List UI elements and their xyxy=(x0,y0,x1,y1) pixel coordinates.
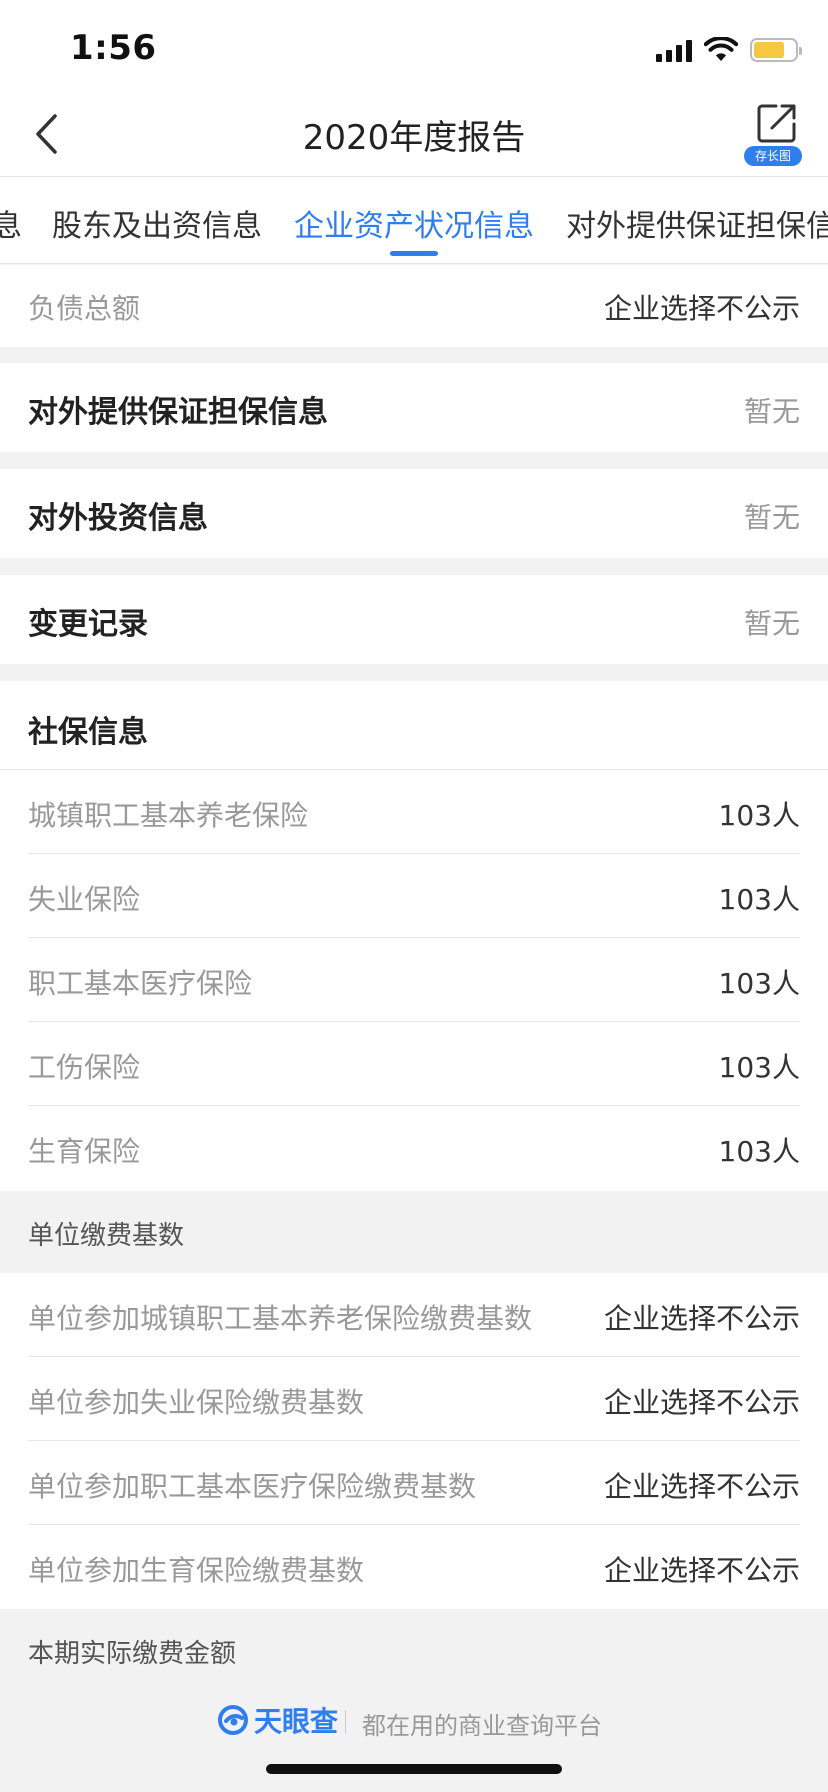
medical-base-label: 单位参加职工基本医疗保险缴费基数 xyxy=(28,1470,477,1503)
pension-base-label: 单位参加城镇职工基本养老保险缴费基数 xyxy=(28,1302,533,1335)
share-export-icon xyxy=(757,104,796,143)
tab-guarantee[interactable]: 对外提供保证担保信 xyxy=(566,201,828,245)
footer-divider xyxy=(345,1710,346,1734)
footer-brand: 天眼查 都在用的商业查询平台 xyxy=(0,1680,828,1760)
pension-insurance-value: 103人 xyxy=(718,799,800,832)
active-tab-indicator xyxy=(390,251,438,256)
nav-bar: 2020年度报告 存长图 xyxy=(0,92,828,176)
brand-slogan: 都在用的商业查询平台 xyxy=(362,1712,602,1740)
investment-section[interactable]: 对外投资信息 暂无 xyxy=(0,469,828,558)
change-records-value: 暂无 xyxy=(743,607,800,640)
social-insurance-title: 社保信息 xyxy=(28,715,148,750)
save-long-image-label: 存长图 xyxy=(744,146,802,166)
medical-insurance-label: 职工基本医疗保险 xyxy=(28,967,253,1000)
guarantee-value: 暂无 xyxy=(743,395,800,428)
actual-payment-title: 本期实际缴费金额 xyxy=(28,1639,237,1669)
investment-value: 暂无 xyxy=(743,501,800,534)
maternity-base-value: 企业选择不公示 xyxy=(603,1554,800,1587)
guarantee-section[interactable]: 对外提供保证担保信息 暂无 xyxy=(0,363,828,452)
guarantee-title: 对外提供保证担保信息 xyxy=(28,395,328,430)
unemployment-base-label: 单位参加失业保险缴费基数 xyxy=(28,1386,365,1419)
contribution-base-section: 单位参加城镇职工基本养老保险缴费基数 企业选择不公示 单位参加失业保险缴费基数 … xyxy=(0,1273,828,1609)
pension-insurance-label: 城镇职工基本养老保险 xyxy=(28,799,309,832)
maternity-insurance-value: 103人 xyxy=(718,1135,800,1168)
brand-name: 天眼查 xyxy=(254,1705,339,1738)
pension-base-value: 企业选择不公示 xyxy=(603,1302,800,1335)
report-page: 1:56 2020年度报告 存长图 股东及出资信息 企业资产状况信息 对外提供保… xyxy=(0,0,828,1792)
unemployment-base-value: 企业选择不公示 xyxy=(603,1386,800,1419)
battery-icon xyxy=(750,38,802,62)
medical-base-value: 企业选择不公示 xyxy=(603,1470,800,1503)
home-indicator[interactable] xyxy=(266,1764,562,1774)
change-records-title: 变更记录 xyxy=(28,607,148,642)
contribution-base-title: 单位缴费基数 xyxy=(28,1221,185,1251)
maternity-base-label: 单位参加生育保险缴费基数 xyxy=(28,1554,365,1587)
tianyancha-logo-icon xyxy=(218,1705,248,1735)
asset-status-section: 负债总额 企业选择不公示 xyxy=(0,265,828,347)
maternity-insurance-label: 生育保险 xyxy=(28,1135,141,1168)
page-title: 2020年度报告 xyxy=(302,118,526,158)
wifi-icon xyxy=(704,37,738,61)
actual-payment-header: 本期实际缴费金额 xyxy=(0,1609,828,1689)
status-time: 1:56 xyxy=(70,28,157,68)
status-bar: 1:56 xyxy=(0,0,828,92)
investment-title: 对外投资信息 xyxy=(28,501,208,536)
medical-insurance-value: 103人 xyxy=(718,967,800,1000)
injury-insurance-label: 工伤保险 xyxy=(28,1051,141,1084)
unemployment-insurance-value: 103人 xyxy=(718,883,800,916)
tab-shareholder-contribution[interactable]: 股东及出资信息 xyxy=(52,201,262,245)
injury-insurance-value: 103人 xyxy=(718,1051,800,1084)
divider xyxy=(0,769,828,770)
section-tabs: 息 股东及出资信息 企业资产状况信息 对外提供保证担保信 xyxy=(0,176,828,264)
social-insurance-section: 社保信息 城镇职工基本养老保险 103人 失业保险 103人 职工基本医疗保险 … xyxy=(0,681,828,1191)
unemployment-insurance-label: 失业保险 xyxy=(28,883,141,916)
total-liabilities-value: 企业选择不公示 xyxy=(603,292,800,325)
tab-asset-status[interactable]: 企业资产状况信息 xyxy=(294,201,534,245)
contribution-base-header: 单位缴费基数 xyxy=(0,1191,828,1273)
cellular-signal-icon xyxy=(656,38,692,62)
change-records-section[interactable]: 变更记录 暂无 xyxy=(0,575,828,664)
total-liabilities-label: 负债总额 xyxy=(28,292,141,325)
tab-annual-info[interactable]: 息 xyxy=(0,201,22,245)
save-long-image-button[interactable]: 存长图 xyxy=(744,102,806,166)
